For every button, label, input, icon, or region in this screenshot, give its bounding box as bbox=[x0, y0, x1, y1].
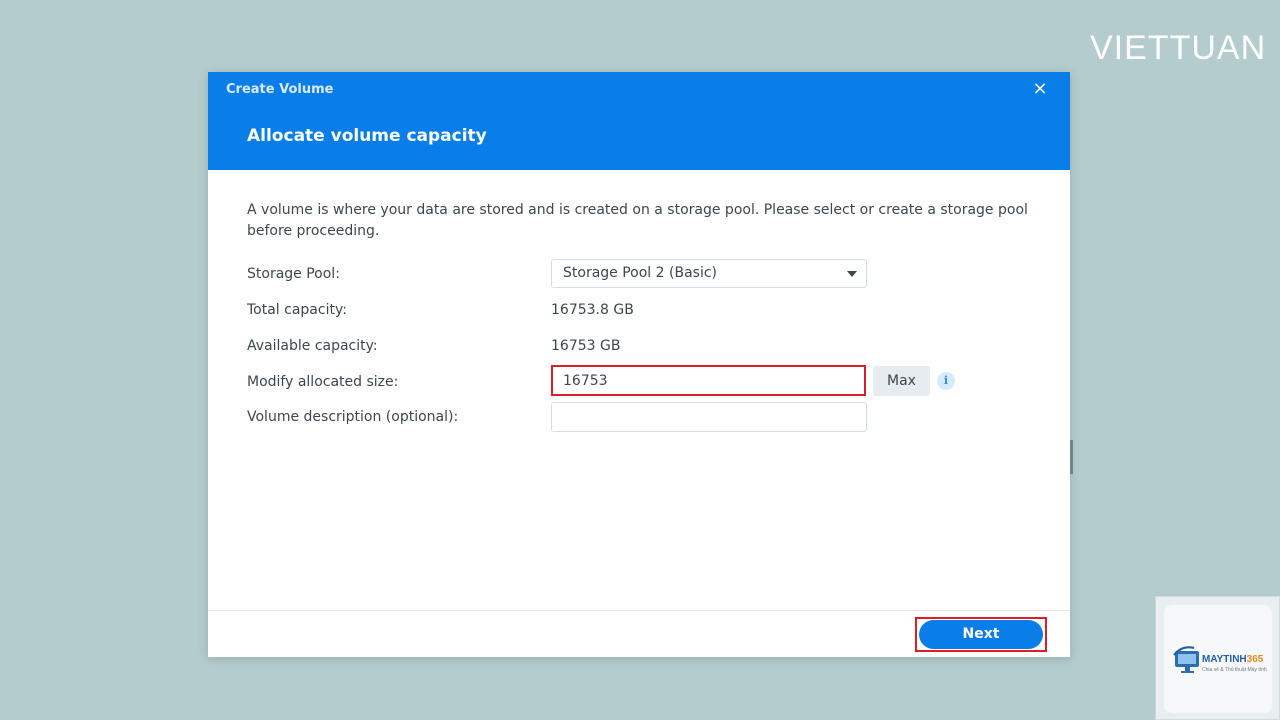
total-capacity-label: Total capacity: bbox=[247, 302, 347, 318]
storage-pool-label: Storage Pool: bbox=[247, 266, 340, 282]
logo-wordmark: MAYTINH365 bbox=[1202, 654, 1264, 665]
next-button-highlight: Next bbox=[915, 617, 1047, 652]
maytinh365-logo-card: MAYTINH365 Chia sẻ & Thủ thuật Máy tính bbox=[1155, 596, 1280, 720]
storage-pool-select[interactable]: Storage Pool 2 (Basic) bbox=[551, 259, 867, 288]
max-button[interactable]: Max bbox=[873, 366, 930, 396]
info-icon[interactable]: i bbox=[937, 372, 955, 390]
logo-inner: MAYTINH365 Chia sẻ & Thủ thuật Máy tính bbox=[1164, 605, 1272, 713]
chevron-down-icon bbox=[847, 271, 857, 277]
monitor-logo-icon bbox=[1173, 646, 1199, 673]
dialog-header: Create Volume × Allocate volume capacity bbox=[208, 72, 1070, 170]
allocated-size-input[interactable] bbox=[555, 369, 862, 392]
window-title: Create Volume bbox=[226, 82, 334, 97]
next-button[interactable]: Next bbox=[919, 620, 1043, 649]
create-volume-dialog: Create Volume × Allocate volume capacity… bbox=[208, 72, 1070, 657]
allocated-size-label: Modify allocated size: bbox=[247, 374, 399, 390]
logo-tagline: Chia sẻ & Thủ thuật Máy tính bbox=[1202, 667, 1267, 673]
total-capacity-value: 16753.8 GB bbox=[551, 302, 634, 318]
step-title: Allocate volume capacity bbox=[247, 126, 487, 146]
allocated-size-highlight bbox=[551, 365, 866, 396]
step-description: A volume is where your data are stored a… bbox=[247, 202, 1028, 239]
close-icon[interactable]: × bbox=[1030, 78, 1050, 100]
volume-description-input[interactable] bbox=[551, 402, 867, 432]
available-capacity-label: Available capacity: bbox=[247, 338, 378, 354]
background-window-edge bbox=[1070, 440, 1073, 474]
storage-pool-selected-value: Storage Pool 2 (Basic) bbox=[563, 265, 717, 281]
available-capacity-value: 16753 GB bbox=[551, 338, 621, 354]
viettuan-watermark: VIETTUAN bbox=[1090, 29, 1267, 67]
footer-divider bbox=[208, 610, 1070, 611]
volume-description-label: Volume description (optional): bbox=[247, 409, 459, 425]
